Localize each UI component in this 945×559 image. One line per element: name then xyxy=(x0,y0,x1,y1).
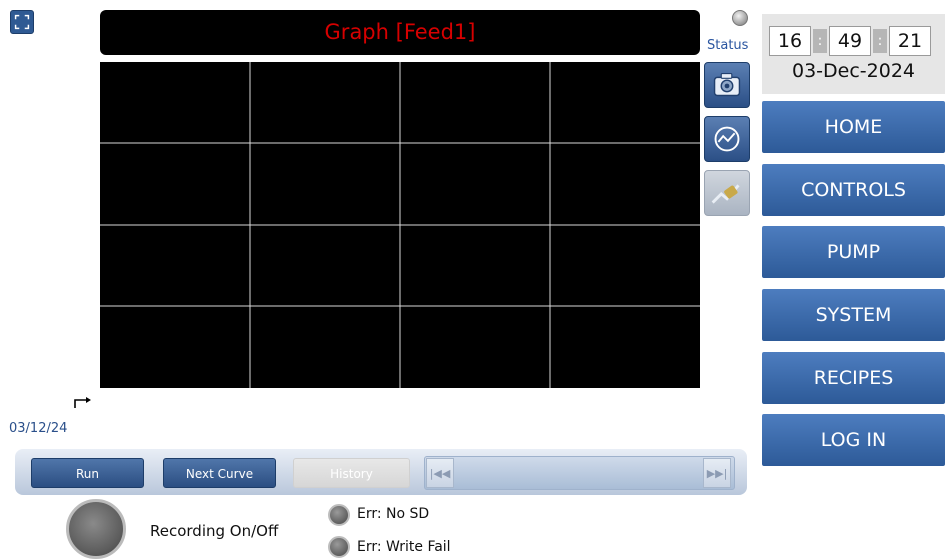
slider-last-button[interactable]: ▶▶| xyxy=(703,458,731,488)
recording-label: Recording On/Off xyxy=(150,522,279,540)
graph-title: Graph [Feed1] xyxy=(100,10,700,55)
graph-start-date: 03/12/24 xyxy=(9,421,68,436)
run-button[interactable]: Run xyxy=(31,458,144,488)
snapshot-button[interactable] xyxy=(704,62,750,108)
axis-marker-icon xyxy=(72,394,92,408)
clock-separator: : xyxy=(813,29,827,53)
nav-recipes-button[interactable]: RECIPES xyxy=(762,352,945,404)
status-label: Status xyxy=(707,38,749,53)
clock-hours: 16 xyxy=(769,26,811,56)
graph-view-button[interactable] xyxy=(704,116,750,162)
slider-first-button[interactable]: |◀◀ xyxy=(426,458,454,488)
export-button[interactable] xyxy=(704,170,750,216)
recording-toggle-button[interactable] xyxy=(66,499,126,559)
status-led xyxy=(732,10,748,26)
next-curve-button[interactable]: Next Curve xyxy=(163,458,276,488)
nav-login-button[interactable]: LOG IN xyxy=(762,414,945,466)
export-icon xyxy=(711,184,740,204)
fullscreen-icon[interactable] xyxy=(10,10,34,34)
clock-minutes: 49 xyxy=(829,26,871,56)
history-button[interactable]: History xyxy=(293,458,410,488)
err-no-sd-label: Err: No SD xyxy=(357,506,430,522)
nav-controls-button[interactable]: CONTROLS xyxy=(762,164,945,216)
nav-pump-button[interactable]: PUMP xyxy=(762,226,945,278)
history-slider[interactable] xyxy=(424,456,735,490)
camera-icon xyxy=(713,72,741,97)
graph-plot-area xyxy=(100,62,700,388)
graph-icon xyxy=(714,126,740,152)
clock-date: 03-Dec-2024 xyxy=(791,60,915,82)
err-no-sd-led xyxy=(328,504,350,526)
err-write-fail-label: Err: Write Fail xyxy=(357,539,451,555)
nav-system-button[interactable]: SYSTEM xyxy=(762,289,945,341)
clock-seconds: 21 xyxy=(889,26,931,56)
err-write-fail-led xyxy=(328,536,350,558)
clock-separator: : xyxy=(873,29,887,53)
nav-home-button[interactable]: HOME xyxy=(762,101,945,153)
